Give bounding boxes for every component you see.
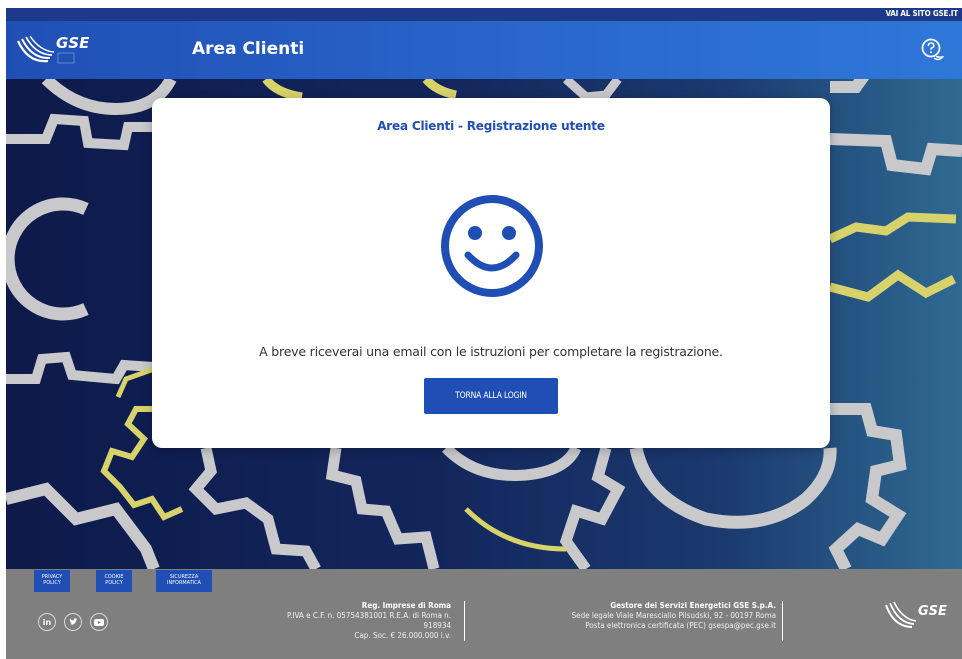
svg-text:GSE: GSE <box>56 34 90 52</box>
registry-heading: Reg. Imprese di Roma <box>361 601 451 610</box>
twitter-icon[interactable] <box>64 613 82 631</box>
gse-logo[interactable]: GSE <box>14 27 104 71</box>
registration-card: Area Clienti - Registrazione utente A br… <box>152 98 830 448</box>
footer-divider <box>464 601 465 641</box>
card-title: Area Clienti - Registrazione utente <box>377 119 605 133</box>
go-to-gse-site-link[interactable]: VAI AL SITO GSE.IT <box>885 9 958 18</box>
hero-background: Area Clienti - Registrazione utente A br… <box>6 79 962 569</box>
security-link[interactable]: SICUREZZA INFORMATICA <box>156 570 212 592</box>
privacy-policy-link[interactable]: PRIVACY POLICY <box>34 570 70 592</box>
registry-info: Reg. Imprese di Roma P.IVA e C.F. n. 057… <box>246 601 451 641</box>
header: GSE Area Clienti <box>6 21 962 79</box>
youtube-icon[interactable] <box>90 613 108 631</box>
cookie-policy-line2: POLICY <box>105 580 123 586</box>
company-line2: Posta elettronica certificata (PEC) gses… <box>585 621 776 630</box>
footer-divider <box>782 601 783 641</box>
back-to-login-button[interactable]: TORNA ALLA LOGIN <box>424 378 558 414</box>
registry-line3: Cap. Soc. € 26.000.000 i.v. <box>354 631 451 640</box>
footer: PRIVACY POLICY COOKIE POLICY SICUREZZA I… <box>6 569 962 659</box>
top-strip: VAI AL SITO GSE.IT <box>6 8 962 21</box>
company-info: Gestore dei Servizi Energetici GSE S.p.A… <box>506 601 776 631</box>
svg-text:GSE: GSE <box>918 604 947 619</box>
youtube-play-glyph <box>94 618 104 626</box>
page: VAI AL SITO GSE.IT GSE Area Clienti Area… <box>6 8 962 659</box>
header-title: Area Clienti <box>192 39 305 59</box>
help-chat-icon[interactable] <box>920 37 946 63</box>
privacy-policy-line2: POLICY <box>43 580 61 586</box>
linkedin-icon[interactable]: in <box>38 613 56 631</box>
smiley-icon <box>441 195 543 297</box>
security-line2: INFORMATICA <box>167 580 201 586</box>
company-heading: Gestore dei Servizi Energetici GSE S.p.A… <box>610 601 776 610</box>
cookie-policy-link[interactable]: COOKIE POLICY <box>96 570 132 592</box>
registry-line1: P.IVA e C.F. n. 05754381001 R.E.A. di Ro… <box>287 611 451 620</box>
twitter-bird-glyph <box>69 618 78 625</box>
footer-gse-logo: GSE <box>885 601 947 628</box>
company-line1: Sede legale Viale Maresciallo Pilsudski,… <box>571 611 776 620</box>
confirmation-message: A breve riceverai una email con le istru… <box>259 344 723 359</box>
registry-line2: 918934 <box>423 621 451 630</box>
